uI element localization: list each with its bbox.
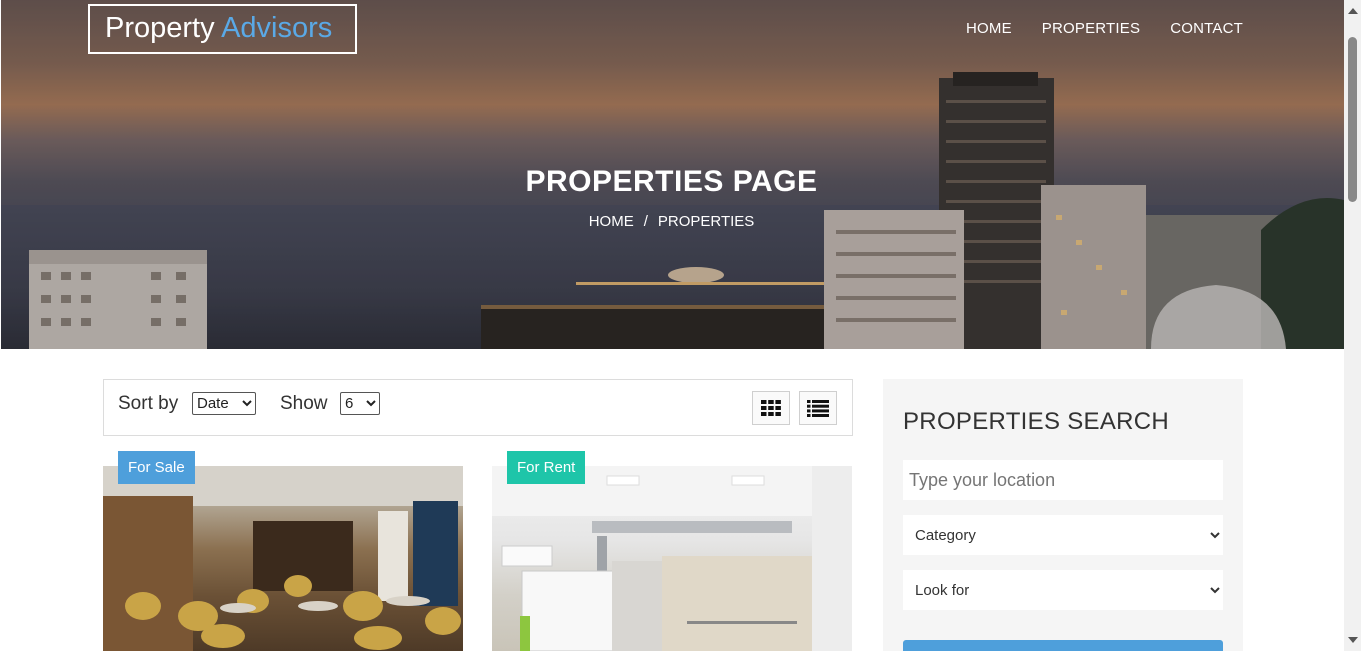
list-view-button[interactable] — [799, 391, 837, 425]
main-nav: HOME PROPERTIES CONTACT — [966, 20, 1243, 37]
site-logo[interactable]: Property Advisors — [88, 4, 357, 54]
logo-text-primary: Property — [105, 12, 215, 44]
property-card-image[interactable] — [103, 466, 463, 651]
sort-select[interactable]: Date — [192, 392, 256, 415]
properties-search-panel: PROPERTIES SEARCH Category Look for — [883, 379, 1243, 651]
nav-home-link[interactable]: HOME — [966, 20, 1012, 37]
logo-text-accent: Advisors — [221, 12, 333, 44]
breadcrumb-home-link[interactable]: HOME — [589, 213, 634, 230]
list-view-icon — [807, 399, 829, 417]
cafe-interior-image — [103, 466, 463, 651]
page-title: PROPERTIES PAGE — [525, 165, 818, 198]
scroll-down-arrow-icon[interactable] — [1348, 637, 1358, 643]
status-badge: For Sale — [118, 451, 195, 484]
location-input[interactable] — [903, 460, 1223, 500]
look-for-select[interactable]: Look for — [903, 570, 1223, 610]
breadcrumb: HOME / PROPERTIES — [0, 213, 1343, 230]
search-panel-title: PROPERTIES SEARCH — [903, 408, 1170, 435]
sort-label: Sort by — [118, 393, 179, 414]
scrollbar-thumb[interactable] — [1348, 37, 1357, 202]
search-button[interactable] — [903, 640, 1223, 651]
listing-toolbar: Sort by Date Show 6 — [103, 379, 853, 436]
breadcrumb-current: PROPERTIES — [657, 213, 755, 230]
nav-properties-link[interactable]: PROPERTIES — [1042, 20, 1140, 37]
page-scrollbar[interactable] — [1344, 0, 1361, 651]
show-count-select[interactable]: 6 — [340, 392, 380, 415]
scroll-up-arrow-icon[interactable] — [1348, 8, 1358, 14]
nav-contact-link[interactable]: CONTACT — [1170, 20, 1243, 37]
office-interior-image — [492, 466, 852, 651]
grid-view-icon — [761, 400, 781, 416]
property-card-image[interactable] — [492, 466, 852, 651]
grid-view-button[interactable] — [752, 391, 790, 425]
status-badge: For Rent — [507, 451, 586, 484]
category-select[interactable]: Category — [903, 515, 1223, 555]
show-label: Show — [280, 393, 328, 414]
breadcrumb-separator: / — [643, 213, 648, 230]
